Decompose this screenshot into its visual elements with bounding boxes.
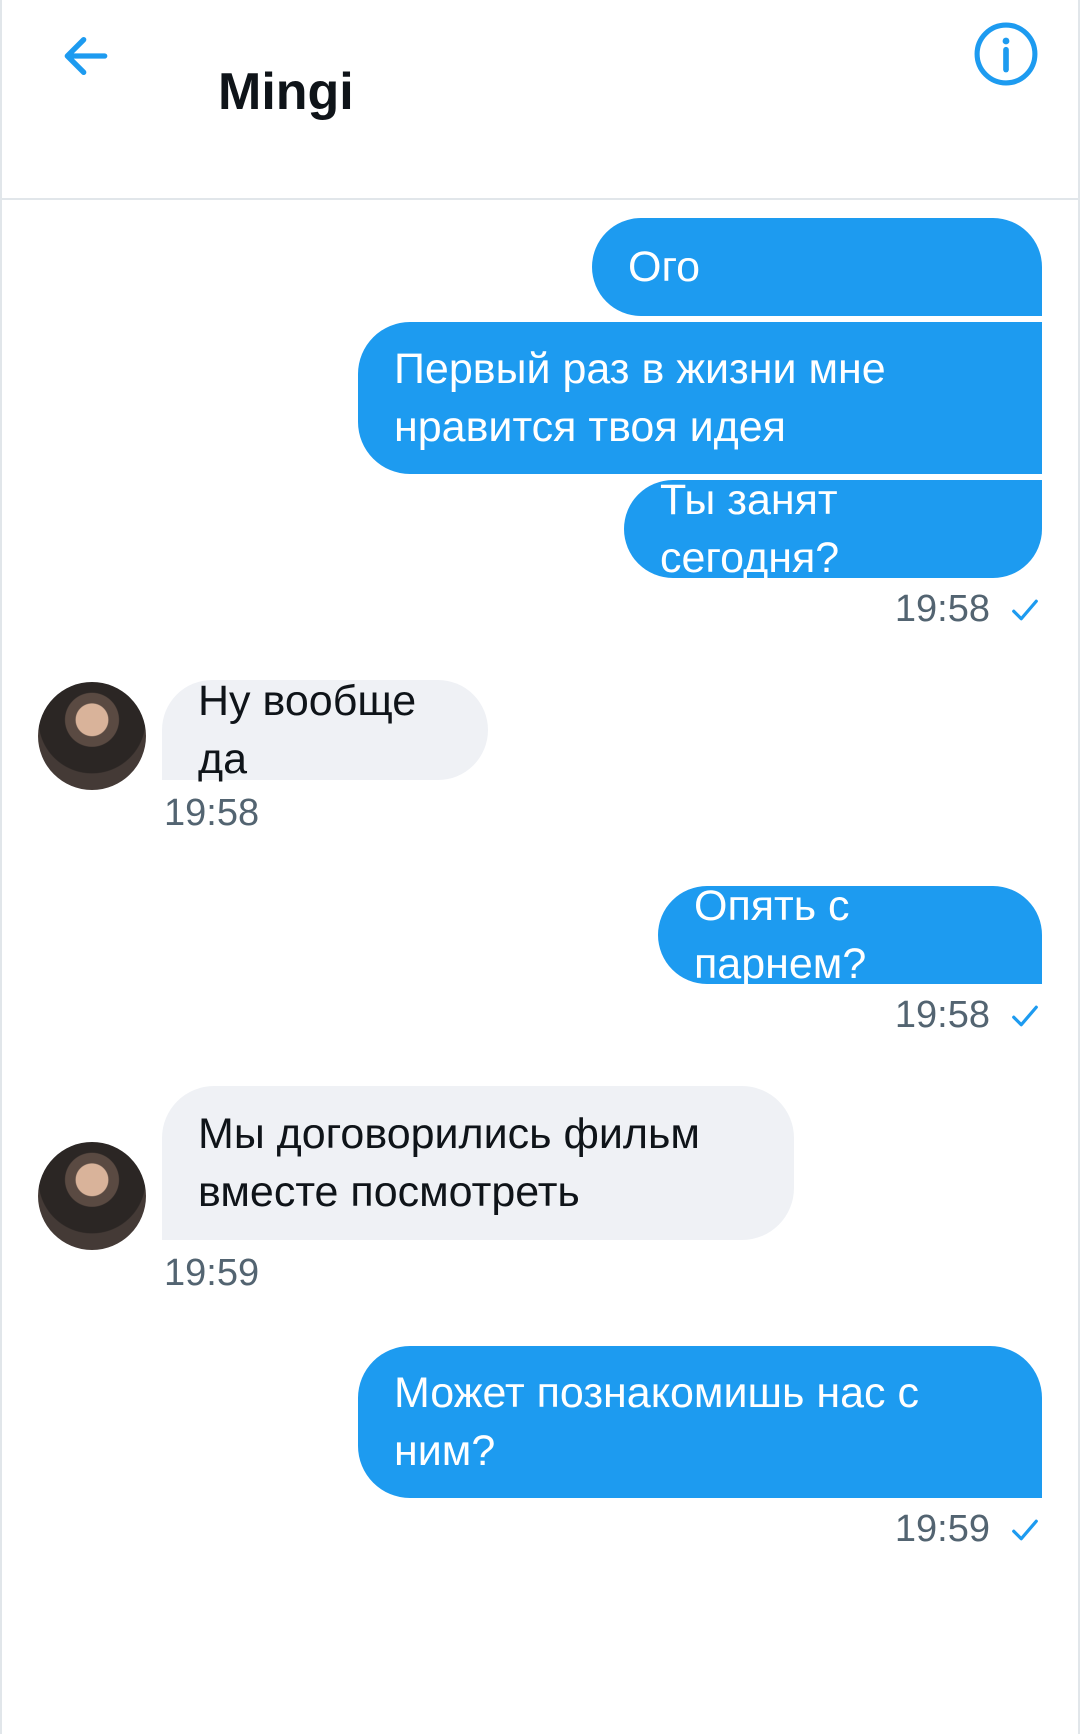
message-timestamp: 19:58 [895, 588, 1040, 631]
check-icon [1012, 1005, 1038, 1026]
avatar[interactable] [38, 682, 146, 790]
arrow-left-icon [64, 36, 108, 76]
message-bubble-outgoing[interactable]: Опять с парнем? [658, 882, 1042, 988]
message-text: Ого [628, 243, 701, 291]
message-bubble-incoming[interactable]: Мы договорились фильм вместе посмотреть [162, 1086, 794, 1240]
message-timestamp: 19:58 [895, 994, 1040, 1037]
info-button[interactable] [972, 20, 1040, 88]
avatar[interactable] [38, 1142, 146, 1250]
message-timestamp: 19:58 [164, 792, 260, 834]
message-text: Мы договорились фильм вместе посмотреть [198, 1110, 700, 1216]
message-text: Ты занят сегодня? [660, 476, 840, 582]
info-circle-icon [974, 22, 1038, 86]
message-bubble-outgoing[interactable]: Может познакомишь нас с ним? [358, 1346, 1042, 1498]
message-bubble-outgoing[interactable]: Ого [592, 218, 1042, 316]
message-text: Может познакомишь нас с ним? [394, 1369, 919, 1475]
message-bubble-outgoing[interactable]: Ты занят сегодня? [624, 476, 1042, 582]
message-bubble-outgoing[interactable]: Первый раз в жизни мне нравится твоя иде… [358, 322, 1042, 474]
message-text: Опять с парнем? [694, 882, 867, 988]
message-timestamp: 19:59 [895, 1508, 1040, 1551]
message-text: Ну вообще да [198, 677, 417, 783]
message-timestamp: 19:59 [164, 1252, 260, 1294]
chat-header: Mingi [0, 0, 1080, 200]
page-title: Mingi [218, 63, 354, 121]
message-thread[interactable]: Ого Первый раз в жизни мне нравится твоя… [0, 200, 1080, 1734]
check-icon [1012, 599, 1038, 620]
check-icon [1012, 1519, 1038, 1540]
back-button[interactable] [54, 24, 118, 88]
message-bubble-incoming[interactable]: Ну вообще да [162, 677, 488, 783]
message-text: Первый раз в жизни мне нравится твоя иде… [394, 345, 886, 451]
